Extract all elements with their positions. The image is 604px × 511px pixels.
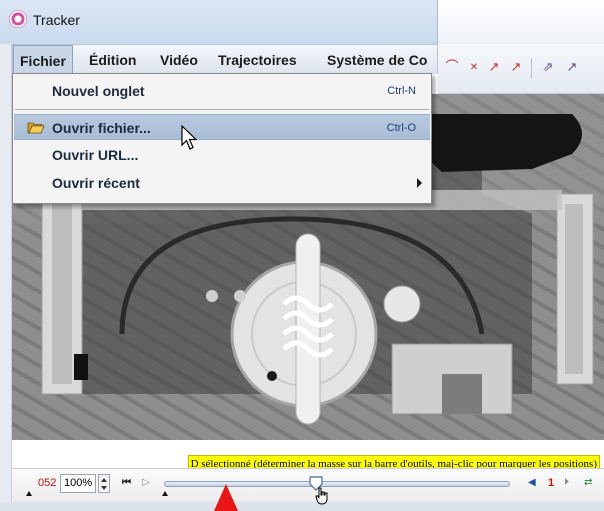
- menu-bar: Fichier Édition Vidéo Trajectoires Systè…: [12, 44, 438, 75]
- submenu-arrow-icon: [417, 178, 422, 188]
- window-title-strip[interactable]: Tracker: [0, 0, 438, 44]
- toolbar-separator: [531, 58, 532, 78]
- toolbar: ⌒ ✕ ↗ ↗ ⇗ ↗: [438, 44, 604, 94]
- menu-video[interactable]: Vidéo: [154, 45, 204, 75]
- zoom-field[interactable]: 100%: [60, 474, 96, 493]
- step-back-icon[interactable]: ◀: [528, 478, 536, 488]
- menu-item-label: Ouvrir récent: [52, 175, 140, 191]
- window-title: Tracker: [33, 12, 80, 28]
- slider-start-marker[interactable]: [162, 491, 168, 496]
- zoom-spinner[interactable]: [98, 474, 110, 493]
- point-mass-icon[interactable]: ✕: [466, 60, 482, 76]
- clip-start-marker[interactable]: [26, 491, 32, 496]
- menu-systeme-de-coordonnees[interactable]: Système de Co: [321, 45, 433, 75]
- menu-edition[interactable]: Édition: [83, 45, 142, 75]
- tracker-app-icon: [9, 10, 27, 28]
- go-to-start-icon[interactable]: ⏮: [122, 478, 131, 488]
- menu-item-ouvrir-fichier[interactable]: Ouvrir fichier... Ctrl-O: [14, 114, 430, 140]
- menu-trajectoires[interactable]: Trajectoires: [212, 45, 303, 75]
- menu-item-nouvel-onglet[interactable]: Nouvel onglet Ctrl-N: [14, 78, 430, 104]
- curve-track-icon[interactable]: ⌒: [444, 60, 460, 76]
- menu-item-ouvrir-url[interactable]: Ouvrir URL...: [14, 142, 430, 168]
- menu-item-label: Ouvrir fichier...: [52, 120, 151, 136]
- play-icon[interactable]: ▷: [142, 478, 150, 488]
- vector-sum-icon[interactable]: ⇗: [540, 60, 556, 76]
- step-size[interactable]: 1: [548, 477, 554, 489]
- bottom-window-edge: [0, 502, 604, 511]
- velocity-vector-icon[interactable]: ↗: [486, 60, 502, 76]
- menu-item-label: Nouvel onglet: [52, 83, 145, 99]
- menu-item-label: Ouvrir URL...: [52, 147, 139, 163]
- menu-item-ouvrir-recent[interactable]: Ouvrir récent: [14, 170, 430, 196]
- hand-cursor-icon: [315, 487, 328, 505]
- loop-icon[interactable]: ⇄: [584, 478, 592, 488]
- acceleration-vector-icon[interactable]: ↗: [508, 60, 524, 76]
- folder-open-icon: [27, 122, 45, 134]
- red-annotation-arrow: [214, 484, 238, 511]
- menu-fichier[interactable]: Fichier: [13, 45, 73, 75]
- menu-item-shortcut: Ctrl-N: [387, 85, 416, 97]
- left-window-edge: [0, 44, 12, 511]
- frame-number[interactable]: 052: [38, 477, 56, 489]
- file-menu-dropdown: Nouvel onglet Ctrl-N Ouvrir fichier... C…: [12, 73, 432, 204]
- momentum-vector-icon[interactable]: ↗: [564, 60, 580, 76]
- status-area: D sélectionné (déterminer la masse sur l…: [12, 440, 604, 472]
- menu-separator: [15, 109, 429, 110]
- menu-item-shortcut: Ctrl-O: [386, 122, 416, 134]
- player-bar: 052 100% ⏮ ▷ ◀ 1 ⏵ ⇄: [12, 468, 604, 505]
- mouse-pointer-icon: [181, 125, 198, 150]
- step-forward-icon[interactable]: ⏵: [564, 478, 569, 488]
